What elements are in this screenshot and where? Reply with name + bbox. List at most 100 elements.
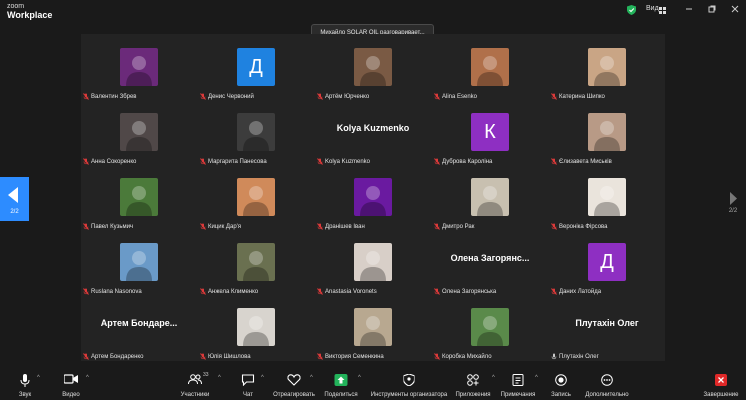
participant-tile[interactable]: Артём Юрченко — [315, 38, 431, 103]
participant-name-tag: Артем Бондаренко — [83, 352, 143, 361]
maximize-icon[interactable] — [706, 3, 718, 15]
participant-video — [237, 308, 275, 346]
participant-tile[interactable]: Юлія Шишлова — [198, 298, 314, 363]
participant-name: Коробка Михайло — [442, 353, 492, 360]
apps-button[interactable]: Приложения — [455, 372, 491, 399]
zoom-logo: zoom Workplace — [7, 3, 52, 20]
participant-tile[interactable]: Дмитро Рак — [432, 168, 548, 233]
share-options-chevron-icon[interactable]: ^ — [358, 375, 361, 381]
chat-options-chevron-icon[interactable]: ^ — [261, 375, 264, 381]
participant-tile[interactable]: Вероніка Фірсова — [549, 168, 665, 233]
participant-name: Павел Кузьмич — [91, 223, 134, 230]
participant-tile[interactable]: Ruslana Nasonova — [81, 233, 197, 298]
participant-name: Anastasia Voronets — [325, 288, 377, 295]
record-button[interactable]: Запись — [549, 372, 573, 399]
host-tools-button[interactable]: Инструменты организатора — [371, 372, 447, 399]
share-label: Поделиться — [324, 392, 358, 398]
video-options-chevron-icon[interactable]: ^ — [86, 375, 89, 381]
participant-tile[interactable]: Д Даних Латойда — [549, 233, 665, 298]
person-silhouette-icon — [360, 56, 386, 86]
participant-display-name: Олена Загорянс... — [450, 253, 530, 263]
close-icon[interactable] — [729, 3, 741, 15]
reactions-button[interactable]: Отреагировать — [273, 372, 315, 399]
reactions-options-chevron-icon[interactable]: ^ — [310, 375, 313, 381]
participant-name-tag: Анна Сокоренко — [83, 157, 136, 166]
participant-tile[interactable]: Анна Сокоренко — [81, 103, 197, 168]
muted-mic-icon — [83, 158, 89, 165]
participant-tile[interactable]: Kolya Kuzmenko Kolya Kuzmenko — [315, 103, 431, 168]
end-meeting-button[interactable]: Завершение — [703, 372, 739, 399]
notes-options-chevron-icon[interactable]: ^ — [535, 375, 538, 381]
previous-page-button[interactable]: 2/2 — [0, 177, 29, 221]
participant-name: Юлія Шишлова — [208, 353, 251, 360]
end-meeting-icon — [715, 374, 727, 386]
audio-button[interactable]: Звук — [12, 372, 38, 399]
reactions-label: Отреагировать — [273, 392, 315, 398]
notes-button[interactable]: Примечания — [501, 372, 535, 399]
participant-name: Kolya Kuzmenko — [325, 158, 371, 165]
participant-name-tag: Артём Юрченко — [317, 92, 369, 101]
participant-tile[interactable]: Дранішев Іван — [315, 168, 431, 233]
participant-name-tag: Ruslana Nasonova — [83, 287, 142, 296]
more-button[interactable]: Дополнительно — [585, 372, 629, 399]
participant-video — [354, 48, 392, 86]
view-label[interactable]: Вид — [646, 5, 659, 12]
participant-tile[interactable]: К Дуброва Кароліна — [432, 103, 548, 168]
participant-name: Даних Латойда — [559, 288, 602, 295]
person-silhouette-icon — [126, 186, 152, 216]
share-screen-button[interactable]: Поделиться — [324, 372, 358, 399]
audio-options-chevron-icon[interactable]: ^ — [37, 375, 40, 381]
next-page-button[interactable]: 2/2 — [723, 190, 743, 220]
apps-options-chevron-icon[interactable]: ^ — [492, 375, 495, 381]
mic-icon — [551, 353, 557, 360]
person-silhouette-icon — [594, 121, 620, 151]
muted-mic-icon — [551, 158, 557, 165]
gallery-view: Валентин Збрев Д Денис Червоний Артём Юрчен… — [81, 34, 665, 361]
participants-options-chevron-icon[interactable]: ^ — [218, 375, 221, 381]
microphone-icon — [20, 374, 30, 387]
participant-video — [588, 178, 626, 216]
participant-tile[interactable]: Anastasia Voronets — [315, 233, 431, 298]
participant-video — [354, 243, 392, 281]
apps-label: Приложения — [455, 392, 491, 398]
shield-check-icon[interactable] — [627, 5, 636, 15]
participant-tile[interactable]: Анжела Клименко — [198, 233, 314, 298]
participant-tile[interactable]: Кицик Дар'я — [198, 168, 314, 233]
participant-tile[interactable]: Плутахін Олег Плутахін Олег — [549, 298, 665, 363]
notes-icon — [512, 374, 524, 386]
participant-tile[interactable]: Катерина Шипко — [549, 38, 665, 103]
muted-mic-icon — [317, 93, 323, 100]
muted-mic-icon — [200, 93, 206, 100]
participant-name: Артем Бондаренко — [91, 353, 144, 360]
participant-video — [354, 178, 392, 216]
participant-tile[interactable]: Маргарита Панесова — [198, 103, 314, 168]
participant-tile[interactable]: Д Денис Червоний — [198, 38, 314, 103]
participant-tile[interactable]: Олена Загорянс... Олена Загорянська — [432, 233, 548, 298]
participant-name-tag: Anastasia Voronets — [317, 287, 377, 296]
muted-mic-icon — [317, 158, 323, 165]
participant-tile[interactable]: Валентин Збрев — [81, 38, 197, 103]
participant-avatar: Д — [237, 48, 275, 86]
muted-mic-icon — [83, 93, 89, 100]
participant-tile[interactable]: Єлизавета Миськів — [549, 103, 665, 168]
person-silhouette-icon — [360, 251, 386, 281]
video-button[interactable]: Видео — [58, 372, 84, 399]
chat-button[interactable]: Чат — [238, 372, 258, 399]
muted-mic-icon — [551, 93, 557, 100]
record-icon — [555, 374, 567, 386]
participant-video — [354, 308, 392, 346]
participant-tile[interactable]: Коробка Михайло — [432, 298, 548, 363]
participant-name-tag: Вероніка Фірсова — [551, 222, 608, 231]
person-silhouette-icon — [243, 186, 269, 216]
participant-tile[interactable]: Павел Кузьмич — [81, 168, 197, 233]
host-tools-shield-icon — [403, 374, 415, 386]
participant-name-tag: Юлія Шишлова — [200, 352, 251, 361]
participant-tile[interactable]: Артем Бондаре... Артем Бондаренко — [81, 298, 197, 363]
participant-tile[interactable]: Виктория Семенкина — [315, 298, 431, 363]
minimize-icon[interactable] — [683, 3, 695, 15]
participant-tile[interactable]: Alina Esenko — [432, 38, 548, 103]
grid-icon[interactable] — [659, 7, 666, 14]
person-silhouette-icon — [126, 121, 152, 151]
muted-mic-icon — [200, 353, 206, 360]
muted-mic-icon — [83, 353, 89, 360]
